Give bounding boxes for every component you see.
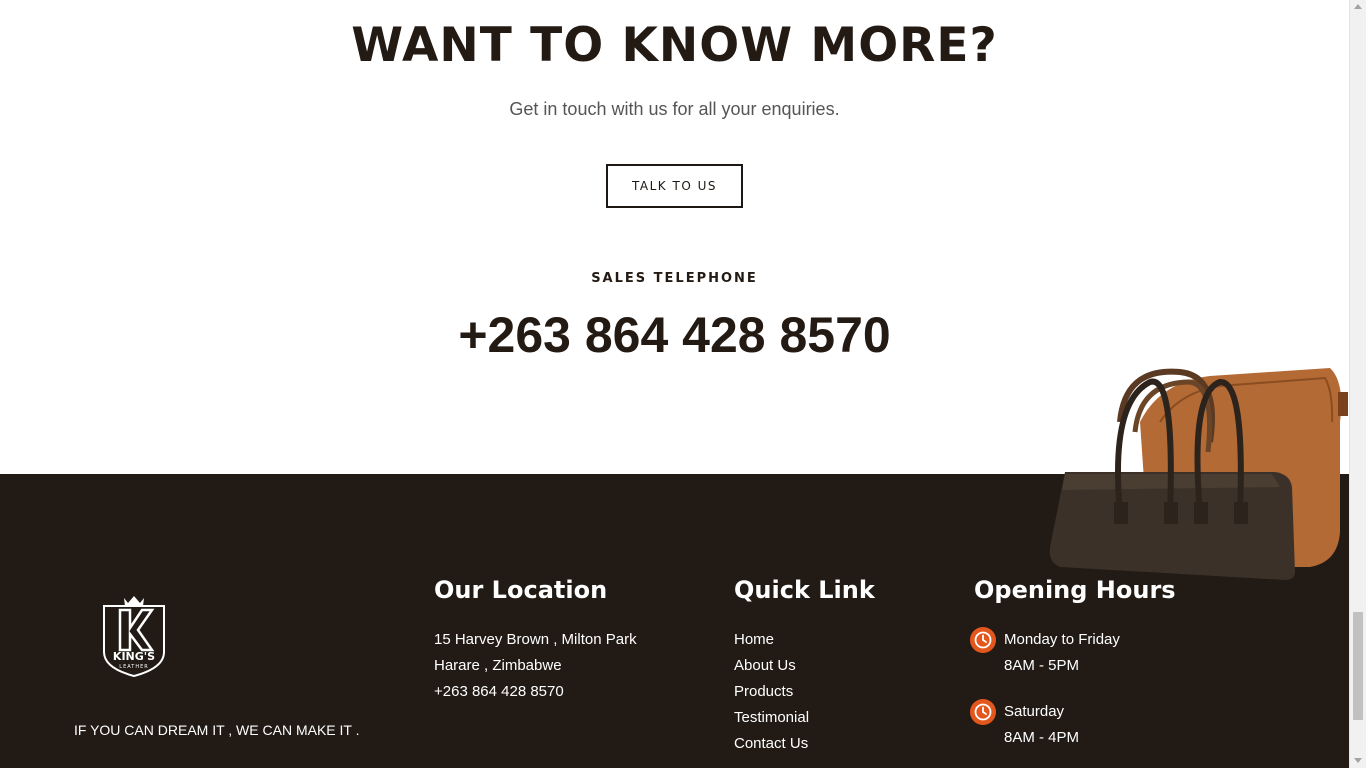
logo-text: KING'S	[113, 650, 155, 663]
clock-icon	[970, 627, 996, 653]
location-title: Our Location	[434, 576, 608, 604]
sales-phone-number[interactable]: +263 864 428 8570	[0, 306, 1349, 364]
kings-leather-logo[interactable]: KING'S LEATHER	[100, 594, 168, 678]
quick-link-products[interactable]: Products	[734, 683, 793, 700]
quick-link-home[interactable]: Home	[734, 631, 774, 648]
scroll-down-arrow-icon[interactable]	[1354, 758, 1362, 763]
vertical-scrollbar[interactable]	[1349, 0, 1366, 768]
logo-subtext: LEATHER	[119, 664, 148, 670]
location-address-line1: 15 Harvey Brown , Milton Park	[434, 631, 637, 648]
quick-link-title: Quick Link	[734, 576, 875, 604]
hours-saturday-days: Saturday	[1004, 703, 1065, 720]
hours-weekday-days: Monday to Friday	[1004, 631, 1120, 648]
scrollbar-thumb[interactable]	[1353, 612, 1363, 720]
location-address-line2: Harare , Zimbabwe	[434, 657, 562, 674]
cta-title: WANT TO KNOW MORE?	[351, 18, 998, 73]
page: WANT TO KNOW MORE? Get in touch with us …	[0, 0, 1349, 768]
cta-subtitle: Get in touch with us for all your enquir…	[509, 99, 840, 119]
footer-tagline: IF YOU CAN DREAM IT , WE CAN MAKE IT .	[74, 722, 360, 738]
hours-weekday-time: 8AM - 5PM	[1004, 657, 1080, 674]
clock-icon	[970, 699, 996, 725]
quick-link-contact-us[interactable]: Contact Us	[734, 735, 808, 752]
sales-telephone-label: SALES TELEPHONE	[591, 271, 758, 286]
quick-link-testimonial[interactable]: Testimonial	[734, 709, 809, 726]
hours-saturday-time: 8AM - 4PM	[1004, 729, 1080, 746]
scroll-up-arrow-icon[interactable]	[1354, 4, 1362, 9]
leather-bags-image	[1049, 368, 1348, 580]
quick-link-about-us[interactable]: About Us	[734, 657, 796, 674]
talk-to-us-button[interactable]: TALK TO US	[606, 164, 743, 208]
location-phone[interactable]: +263 864 428 8570	[434, 683, 564, 700]
